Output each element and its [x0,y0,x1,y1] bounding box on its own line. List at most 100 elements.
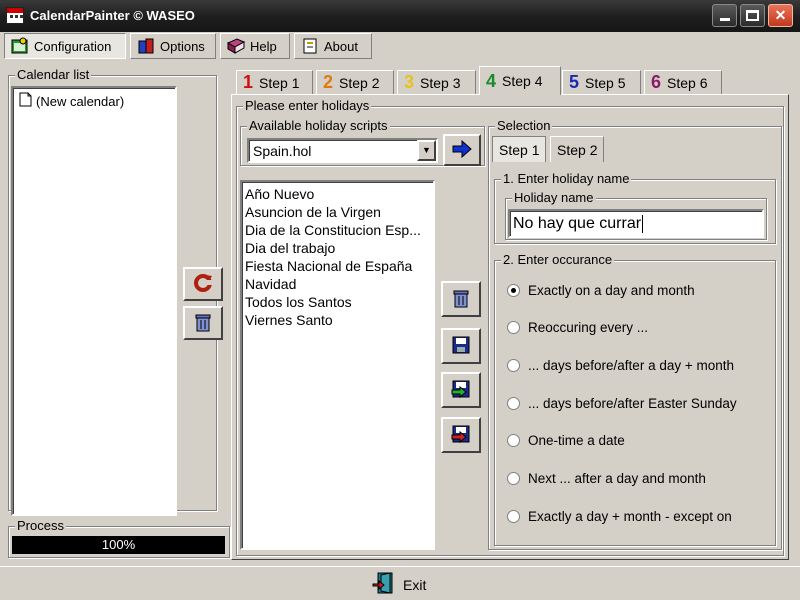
list-item[interactable]: Viernes Santo [245,311,433,329]
help-label: Help [250,38,277,54]
tab-step-6[interactable]: 6 Step 6 [644,70,722,94]
tab-number: 2 [323,72,334,92]
close-button[interactable]: ✕ [768,4,793,27]
occurance-option[interactable]: Exactly on a day and month [507,283,695,298]
options-label: Options [160,38,205,54]
configuration-label: Configuration [34,38,112,54]
radio-button[interactable] [507,359,520,372]
tab-number: 4 [486,70,497,91]
tab-step-3[interactable]: 3 Step 3 [397,70,476,94]
delete-holiday-button[interactable] [441,281,481,317]
occurance-option[interactable]: One-time a date [507,433,625,448]
progress-bar: 100% [12,536,225,554]
occurance-option[interactable]: Exactly a day + month - except on [507,509,732,524]
list-item[interactable]: Asuncion de la Virgen [245,203,433,221]
tab-step-5[interactable]: 5 Step 5 [562,70,641,94]
selection-label: Selection [495,118,553,133]
tab-label: Step 5 [585,74,626,91]
selection-tab-step-1[interactable]: Step 1 [492,136,547,162]
list-item[interactable]: Fiesta Nacional de España [245,257,433,275]
calendar-list[interactable]: (New calendar) [11,86,177,516]
calendar-list-item[interactable]: (New calendar) [13,88,175,114]
occurance-label: 2. Enter occurance [501,252,615,267]
minimize-button[interactable] [712,4,737,27]
import-button[interactable] [441,372,481,408]
export-icon [450,424,472,447]
exit-door-icon [372,571,398,598]
process-label: Process [15,518,66,533]
help-button[interactable]: Help [220,33,290,59]
list-item[interactable]: Todos los Santos [245,293,433,311]
save-button[interactable] [441,328,481,364]
delete-calendar-button[interactable] [183,306,223,340]
tab-label: Step 1 [259,74,300,91]
list-item[interactable]: Dia del trabajo [245,239,433,257]
refresh-icon [192,272,214,297]
window-title: CalendarPainter © WASEO [30,8,195,23]
tab-step-4[interactable]: 4 Step 4 [479,66,561,95]
about-icon [301,37,319,55]
occurance-option-label: Next ... after a day and month [528,471,706,486]
maximize-icon [746,10,759,21]
tab-label: Step 6 [667,74,708,91]
list-item[interactable]: Año Nuevo [245,185,433,203]
radio-button[interactable] [507,510,520,523]
holiday-list[interactable]: Año Nuevo Asuncion de la Virgen Dia de l… [240,180,435,550]
document-icon [19,92,32,110]
radio-button[interactable] [507,472,520,485]
list-item[interactable]: Navidad [245,275,433,293]
holiday-script-select[interactable]: Spain.hol ▼ [247,138,438,163]
tab-number: 6 [651,72,662,92]
holiday-name-label: Holiday name [512,190,596,205]
about-label: About [324,38,358,54]
arrow-right-icon [451,139,473,161]
options-button[interactable]: Options [130,33,216,59]
options-icon [137,37,155,55]
enter-name-label: 1. Enter holiday name [501,171,632,186]
tab-step-1[interactable]: 1 Step 1 [236,70,313,94]
close-icon: ✕ [774,7,787,23]
about-button[interactable]: About [294,33,372,59]
list-item[interactable]: Dia de la Constitucion Esp... [245,221,433,239]
occurance-option[interactable]: Next ... after a day and month [507,471,706,486]
progress-text: 100% [101,537,136,552]
calendar-list-label: Calendar list [15,67,92,82]
holiday-name-input[interactable]: No hay que currar [508,209,764,238]
radio-button[interactable] [507,434,520,447]
occurance-option-label: ... days before/after Easter Sunday [528,396,737,411]
text-cursor [642,214,644,233]
occurance-option-label: One-time a date [528,433,625,448]
radio-button[interactable] [507,397,520,410]
chevron-down-icon[interactable]: ▼ [417,140,436,161]
occurance-option[interactable]: Reoccuring every ... [507,320,648,335]
calendar-list-item-label: (New calendar) [36,93,125,109]
configuration-button[interactable]: Configuration [4,33,126,59]
occurance-option[interactable]: ... days before/after a day + month [507,358,734,373]
tab-step-2[interactable]: 2 Step 2 [316,70,394,94]
maximize-button[interactable] [740,4,765,27]
holiday-name-value: No hay que currar [513,214,642,232]
tab-number: 1 [243,72,254,92]
export-button[interactable] [441,417,481,453]
radio-button[interactable] [507,284,520,297]
save-icon [451,335,471,358]
occurance-option[interactable]: ... days before/after Easter Sunday [507,396,737,411]
occurance-option-label: Exactly a day + month - except on [528,509,732,524]
help-book-icon [226,37,246,55]
occurance-option-label: ... days before/after a day + month [528,358,734,373]
holidays-group-label: Please enter holidays [243,98,372,113]
tab-label: Step 2 [339,74,380,91]
reload-button[interactable] [183,267,223,301]
radio-button[interactable] [507,321,520,334]
minimize-icon [719,18,730,21]
occurance-option-label: Exactly on a day and month [528,283,695,298]
load-script-button[interactable] [443,134,481,166]
trash-icon [193,311,213,336]
exit-label: Exit [403,576,427,593]
tab-number: 5 [569,72,580,92]
tab-number: 3 [404,72,415,92]
selection-tab-step-2[interactable]: Step 2 [550,136,605,162]
exit-button[interactable]: Exit [372,571,426,598]
title-bar: CalendarPainter © WASEO ✕ [0,0,800,32]
configuration-icon [11,37,29,55]
